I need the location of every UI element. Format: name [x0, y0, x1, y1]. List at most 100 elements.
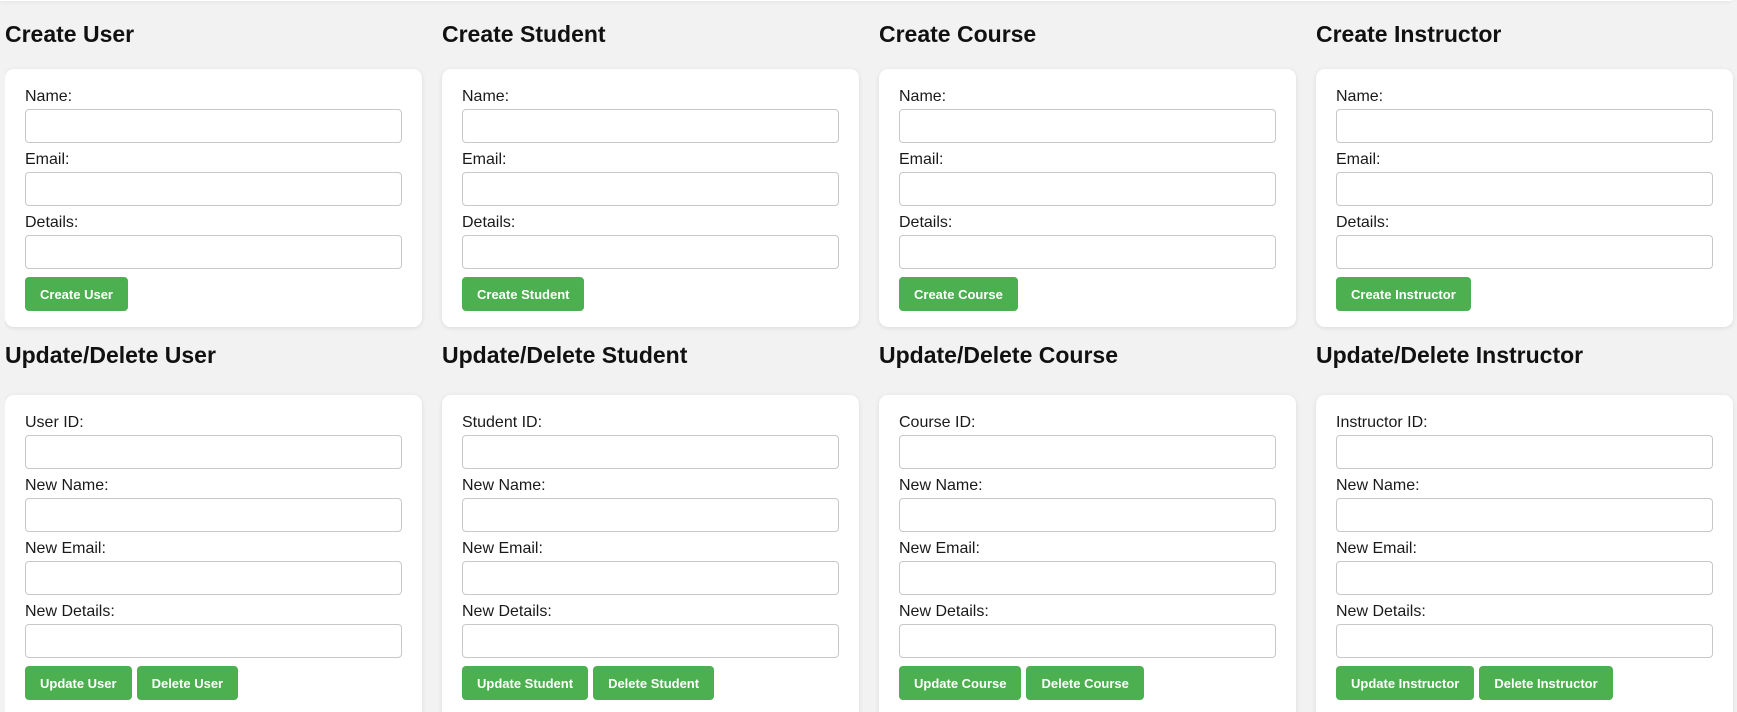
- email-label: Email:: [899, 151, 944, 168]
- update-delete-course-title: Update/Delete Course: [879, 342, 1119, 368]
- button-row: Create Instructor: [1336, 277, 1713, 311]
- name-input[interactable]: [462, 109, 839, 143]
- email-input[interactable]: [899, 172, 1276, 206]
- update-user-button[interactable]: Update User: [25, 666, 132, 700]
- update-delete-user-title: Update/Delete User: [5, 342, 216, 368]
- create-instructor-title: Create Instructor: [1316, 21, 1502, 47]
- details-input[interactable]: [462, 235, 839, 269]
- course-id-input[interactable]: [899, 435, 1276, 469]
- name-input[interactable]: [1336, 109, 1713, 143]
- details-input[interactable]: [899, 235, 1276, 269]
- create-user-button[interactable]: Create User: [25, 277, 128, 311]
- new-details-input[interactable]: [899, 624, 1276, 658]
- button-row: Update User Delete User: [25, 666, 402, 700]
- update-delete-user-section: Update/Delete User User ID: New Name: Ne…: [5, 327, 422, 712]
- new-details-label: New Details:: [25, 603, 115, 620]
- name-label: Name:: [462, 88, 510, 105]
- update-delete-instructor-card: Instructor ID: New Name: New Email: New …: [1316, 395, 1733, 712]
- new-details-input[interactable]: [462, 624, 839, 658]
- new-name-label: New Name:: [899, 477, 983, 494]
- update-instructor-button[interactable]: Update Instructor: [1336, 666, 1475, 700]
- create-student-card: Name: Email: Details: Create Student: [442, 69, 859, 327]
- name-input[interactable]: [25, 109, 402, 143]
- update-delete-user-card: User ID: New Name: New Email: New Detail…: [5, 395, 422, 712]
- email-label: Email:: [1336, 151, 1381, 168]
- email-input[interactable]: [462, 172, 839, 206]
- button-row: Create Student: [462, 277, 839, 311]
- update-delete-student-card: Student ID: New Name: New Email: New Det…: [442, 395, 859, 712]
- details-label: Details:: [1336, 214, 1390, 231]
- create-course-button[interactable]: Create Course: [899, 277, 1018, 311]
- details-label: Details:: [899, 214, 953, 231]
- new-name-input[interactable]: [899, 498, 1276, 532]
- new-name-label: New Name:: [1336, 477, 1420, 494]
- new-name-label: New Name:: [25, 477, 109, 494]
- new-details-label: New Details:: [1336, 603, 1426, 620]
- new-name-input[interactable]: [1336, 498, 1713, 532]
- details-input[interactable]: [25, 235, 402, 269]
- delete-instructor-button[interactable]: Delete Instructor: [1479, 666, 1613, 700]
- id-label: User ID:: [25, 414, 84, 431]
- new-email-label: New Email:: [899, 540, 980, 557]
- user-id-input[interactable]: [25, 435, 402, 469]
- name-label: Name:: [25, 88, 73, 105]
- create-student-button[interactable]: Create Student: [462, 277, 585, 311]
- update-delete-instructor-title: Update/Delete Instructor: [1316, 342, 1584, 368]
- delete-course-button[interactable]: Delete Course: [1026, 666, 1144, 700]
- new-email-label: New Email:: [462, 540, 543, 557]
- new-name-input[interactable]: [462, 498, 839, 532]
- new-details-input[interactable]: [1336, 624, 1713, 658]
- update-course-button[interactable]: Update Course: [899, 666, 1022, 700]
- id-label: Instructor ID:: [1336, 414, 1428, 431]
- new-email-label: New Email:: [25, 540, 106, 557]
- new-name-input[interactable]: [25, 498, 402, 532]
- create-student-section: Create Student Name: Email: Details: Cre…: [442, 0, 859, 327]
- new-email-input[interactable]: [899, 561, 1276, 595]
- instructor-id-input[interactable]: [1336, 435, 1713, 469]
- email-label: Email:: [25, 151, 70, 168]
- email-label: Email:: [462, 151, 507, 168]
- new-details-label: New Details:: [899, 603, 989, 620]
- id-label: Student ID:: [462, 414, 543, 431]
- new-details-label: New Details:: [462, 603, 552, 620]
- create-course-card: Name: Email: Details: Create Course: [879, 69, 1296, 327]
- update-delete-course-section: Update/Delete Course Course ID: New Name…: [879, 327, 1296, 712]
- create-instructor-section: Create Instructor Name: Email: Details: …: [1316, 0, 1733, 327]
- student-id-input[interactable]: [462, 435, 839, 469]
- email-input[interactable]: [1336, 172, 1713, 206]
- new-email-input[interactable]: [1336, 561, 1713, 595]
- delete-user-button[interactable]: Delete User: [136, 666, 239, 700]
- update-delete-student-title: Update/Delete Student: [442, 342, 688, 368]
- button-row: Update Instructor Delete Instructor: [1336, 666, 1713, 700]
- details-label: Details:: [462, 214, 516, 231]
- new-name-label: New Name:: [462, 477, 546, 494]
- forms-grid: Create User Name: Email: Details: Create…: [5, 0, 1737, 712]
- id-label: Course ID:: [899, 414, 976, 431]
- delete-student-button[interactable]: Delete Student: [593, 666, 715, 700]
- new-email-label: New Email:: [1336, 540, 1417, 557]
- name-label: Name:: [899, 88, 947, 105]
- button-row: Create Course: [899, 277, 1276, 311]
- name-label: Name:: [1336, 88, 1384, 105]
- details-label: Details:: [25, 214, 79, 231]
- button-row: Create User: [25, 277, 402, 311]
- details-input[interactable]: [1336, 235, 1713, 269]
- update-delete-course-card: Course ID: New Name: New Email: New Deta…: [879, 395, 1296, 712]
- create-course-title: Create Course: [879, 21, 1037, 47]
- email-input[interactable]: [25, 172, 402, 206]
- new-details-input[interactable]: [25, 624, 402, 658]
- new-email-input[interactable]: [462, 561, 839, 595]
- create-user-section: Create User Name: Email: Details: Create…: [5, 0, 422, 327]
- update-delete-instructor-section: Update/Delete Instructor Instructor ID: …: [1316, 327, 1733, 712]
- create-user-card: Name: Email: Details: Create User: [5, 69, 422, 327]
- update-student-button[interactable]: Update Student: [462, 666, 589, 700]
- name-input[interactable]: [899, 109, 1276, 143]
- create-student-title: Create Student: [442, 21, 606, 47]
- create-user-title: Create User: [5, 21, 135, 47]
- create-instructor-card: Name: Email: Details: Create Instructor: [1316, 69, 1733, 327]
- create-course-section: Create Course Name: Email: Details: Crea…: [879, 0, 1296, 327]
- new-email-input[interactable]: [25, 561, 402, 595]
- button-row: Update Course Delete Course: [899, 666, 1276, 700]
- button-row: Update Student Delete Student: [462, 666, 839, 700]
- create-instructor-button[interactable]: Create Instructor: [1336, 277, 1471, 311]
